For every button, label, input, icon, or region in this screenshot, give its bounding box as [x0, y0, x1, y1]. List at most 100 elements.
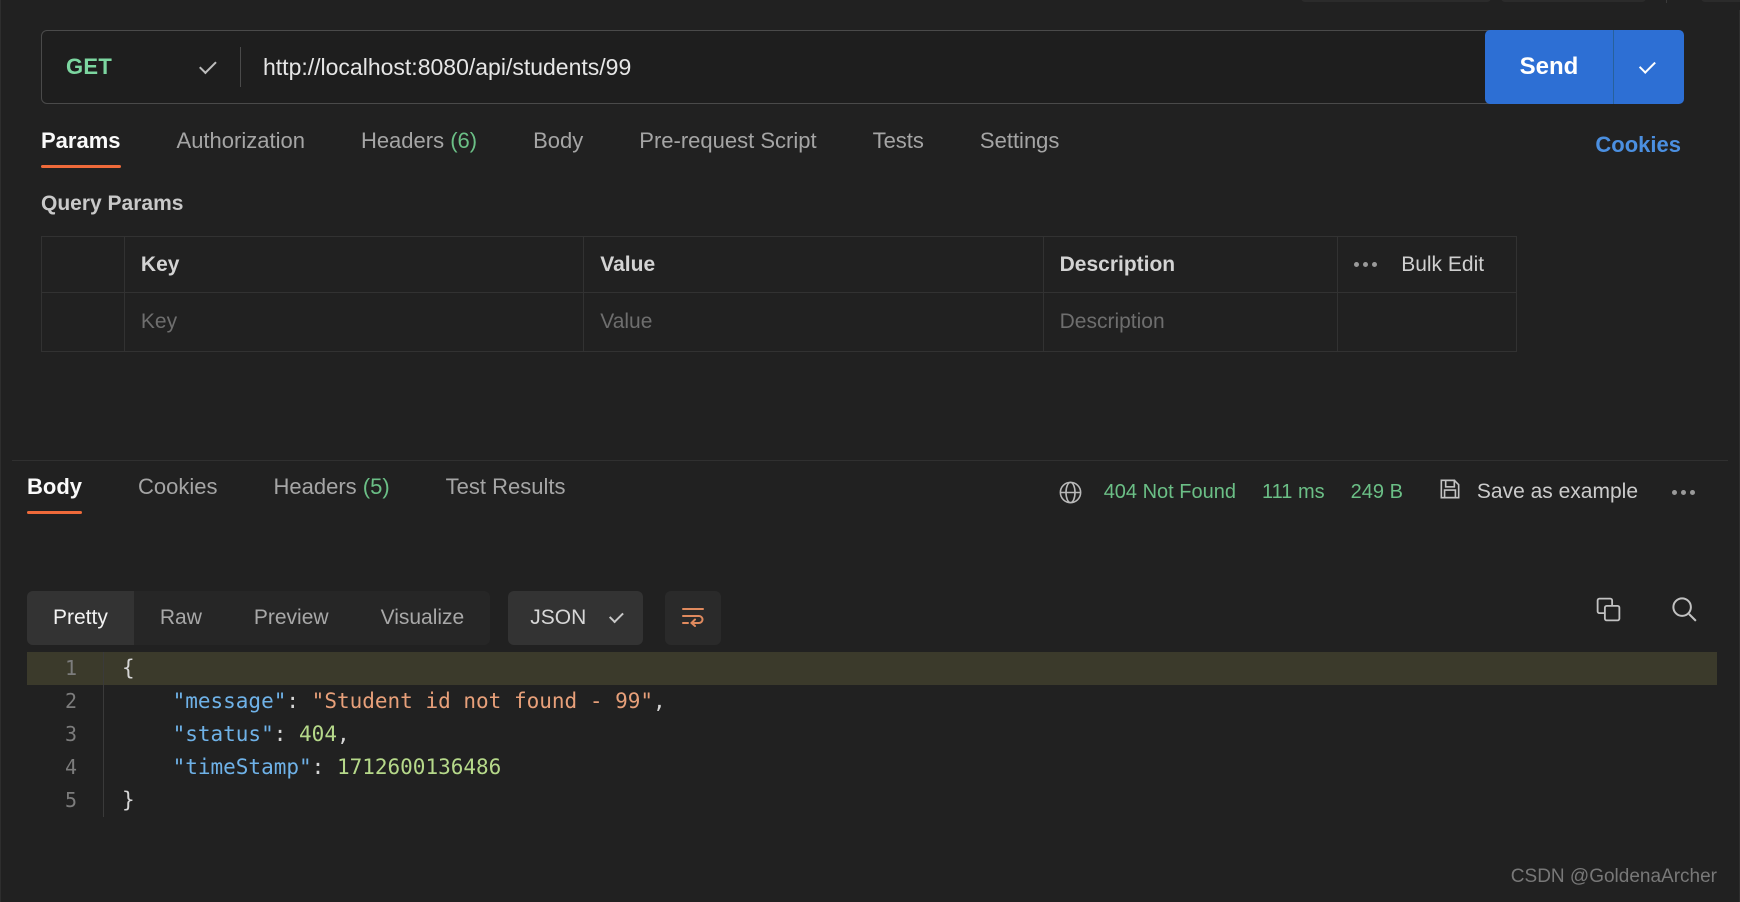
response-more-options-icon[interactable]: [1672, 489, 1695, 495]
view-mode-visualize[interactable]: Visualize: [355, 591, 491, 645]
response-time: 111 ms: [1262, 480, 1325, 503]
postman-window: GET http://localhost:8080/api/students/9…: [0, 0, 1740, 902]
key-placeholder: Key: [140, 310, 178, 333]
view-mode-segmented-control: Pretty Raw Preview Visualize: [27, 591, 491, 645]
value-placeholder: Value: [600, 310, 653, 333]
pane-resize-handle[interactable]: [12, 454, 1728, 466]
send-button-group: Send: [1485, 30, 1684, 104]
line-number: 4: [64, 755, 77, 779]
response-format-selector[interactable]: JSON: [508, 591, 644, 645]
save-as-example-button[interactable]: Save as example: [1437, 476, 1638, 508]
url-input[interactable]: http://localhost:8080/api/students/99: [241, 31, 1516, 103]
tab-label: Settings: [979, 128, 1060, 153]
tab-label: Test Results: [445, 474, 566, 499]
code-line-text: "timeStamp": 1712600136486: [172, 755, 502, 779]
tab-label: Params: [41, 128, 121, 153]
cookies-link[interactable]: Cookies: [1595, 132, 1681, 158]
tab-count: (6): [450, 128, 478, 153]
save-as-example-label: Save as example: [1476, 480, 1638, 503]
response-status: 404 Not Found: [1103, 480, 1237, 503]
more-options-icon[interactable]: [1354, 262, 1378, 267]
tab-params[interactable]: Params: [41, 128, 149, 168]
key-input[interactable]: Key: [125, 293, 585, 351]
watermark: CSDN @GoldenaArcher: [1510, 866, 1717, 887]
tab-label: Authorization: [176, 128, 305, 153]
query-params-title: Query Params: [41, 192, 184, 215]
code-line-text: {: [122, 656, 135, 680]
table-row: Key Value Description: [42, 293, 1516, 351]
word-wrap-icon: [680, 605, 706, 632]
line-number: 1: [64, 656, 77, 680]
view-mode-preview[interactable]: Preview: [228, 591, 355, 645]
send-button[interactable]: Send: [1485, 30, 1613, 104]
word-wrap-button[interactable]: [665, 591, 722, 645]
tab-count: (5): [362, 474, 390, 499]
code-line-text: "status": 404,: [172, 722, 350, 746]
bulk-edit-control[interactable]: Bulk Edit: [1338, 237, 1516, 292]
chevron-down-icon: [609, 608, 625, 624]
response-view-toolbar: Pretty Raw Preview Visualize JSON: [27, 591, 722, 645]
send-options-button[interactable]: [1613, 30, 1684, 104]
select-all-cell[interactable]: [42, 237, 125, 292]
view-mode-raw[interactable]: Raw: [134, 591, 228, 645]
response-meta: 404 Not Found 111 ms 249 B Save as examp…: [1057, 476, 1695, 508]
response-tab-cookies[interactable]: Cookies: [110, 474, 245, 514]
description-placeholder: Description: [1059, 310, 1165, 333]
row-spacer-cell: [1338, 293, 1516, 351]
query-params-table: Key Value Description Bulk Edit Key Valu…: [41, 236, 1517, 352]
column-header-key: Key: [125, 237, 585, 292]
column-label: Description: [1059, 252, 1176, 276]
save-icon: [1437, 476, 1463, 508]
code-line: 2 "message": "Student id not found - 99"…: [27, 685, 1717, 718]
view-mode-pretty[interactable]: Pretty: [27, 591, 134, 645]
request-url-bar: GET http://localhost:8080/api/students/9…: [41, 30, 1517, 104]
tab-label: Pre-request Script: [639, 128, 817, 153]
response-tabs: Body Cookies Headers (5) Test Results: [27, 474, 593, 514]
tab-label: Headers: [360, 128, 445, 153]
value-input[interactable]: Value: [584, 293, 1044, 351]
tab-label: Body: [533, 128, 584, 153]
column-label: Value: [600, 252, 656, 276]
code-line: 5 }: [27, 784, 1717, 817]
search-icon[interactable]: [1669, 594, 1699, 624]
code-line: 4 "timeStamp": 1712600136486: [27, 751, 1717, 784]
globe-icon: [1057, 479, 1084, 506]
response-body-code[interactable]: 1 { 2 "message": "Student id not found -…: [27, 652, 1717, 862]
tab-label: Headers: [273, 474, 357, 499]
tab-label: Tests: [872, 128, 924, 153]
response-tab-headers[interactable]: Headers (5): [245, 474, 417, 514]
response-body-actions: [1594, 594, 1699, 624]
response-tab-body[interactable]: Body: [27, 474, 110, 514]
tab-headers[interactable]: Headers (6): [333, 128, 505, 168]
line-number: 5: [64, 788, 77, 812]
chevron-down-icon: [199, 56, 217, 74]
code-line: 1 {: [27, 652, 1717, 685]
tab-tests[interactable]: Tests: [845, 128, 952, 168]
line-number: 2: [64, 689, 77, 713]
line-number: 3: [64, 722, 77, 746]
chevron-down-icon: [1638, 56, 1656, 74]
top-cutoff-strip: [1, 0, 1740, 10]
response-format-label: JSON: [530, 606, 587, 629]
description-input[interactable]: Description: [1044, 293, 1339, 351]
tab-settings[interactable]: Settings: [952, 128, 1088, 168]
tab-authorization[interactable]: Authorization: [149, 128, 333, 168]
code-line: 3 "status": 404,: [27, 718, 1717, 751]
copy-icon[interactable]: [1594, 595, 1623, 624]
tab-body[interactable]: Body: [505, 128, 611, 168]
tab-label: Body: [27, 474, 82, 499]
bulk-edit-label: Bulk Edit: [1401, 252, 1485, 276]
table-header-row: Key Value Description Bulk Edit: [42, 237, 1516, 293]
code-line-text: "message": "Student id not found - 99",: [172, 689, 666, 713]
column-label: Key: [140, 252, 180, 276]
http-method-label: GET: [66, 54, 113, 79]
code-line-text: }: [122, 788, 135, 812]
column-header-value: Value: [584, 237, 1044, 292]
response-size: 249 B: [1350, 480, 1403, 503]
url-box: GET http://localhost:8080/api/students/9…: [41, 30, 1517, 104]
http-method-selector[interactable]: GET: [42, 31, 240, 103]
row-checkbox-cell[interactable]: [42, 293, 125, 351]
tab-pre-request-script[interactable]: Pre-request Script: [611, 128, 844, 168]
response-tab-test-results[interactable]: Test Results: [418, 474, 594, 514]
request-tabs: Params Authorization Headers (6) Body Pr…: [41, 128, 1087, 168]
